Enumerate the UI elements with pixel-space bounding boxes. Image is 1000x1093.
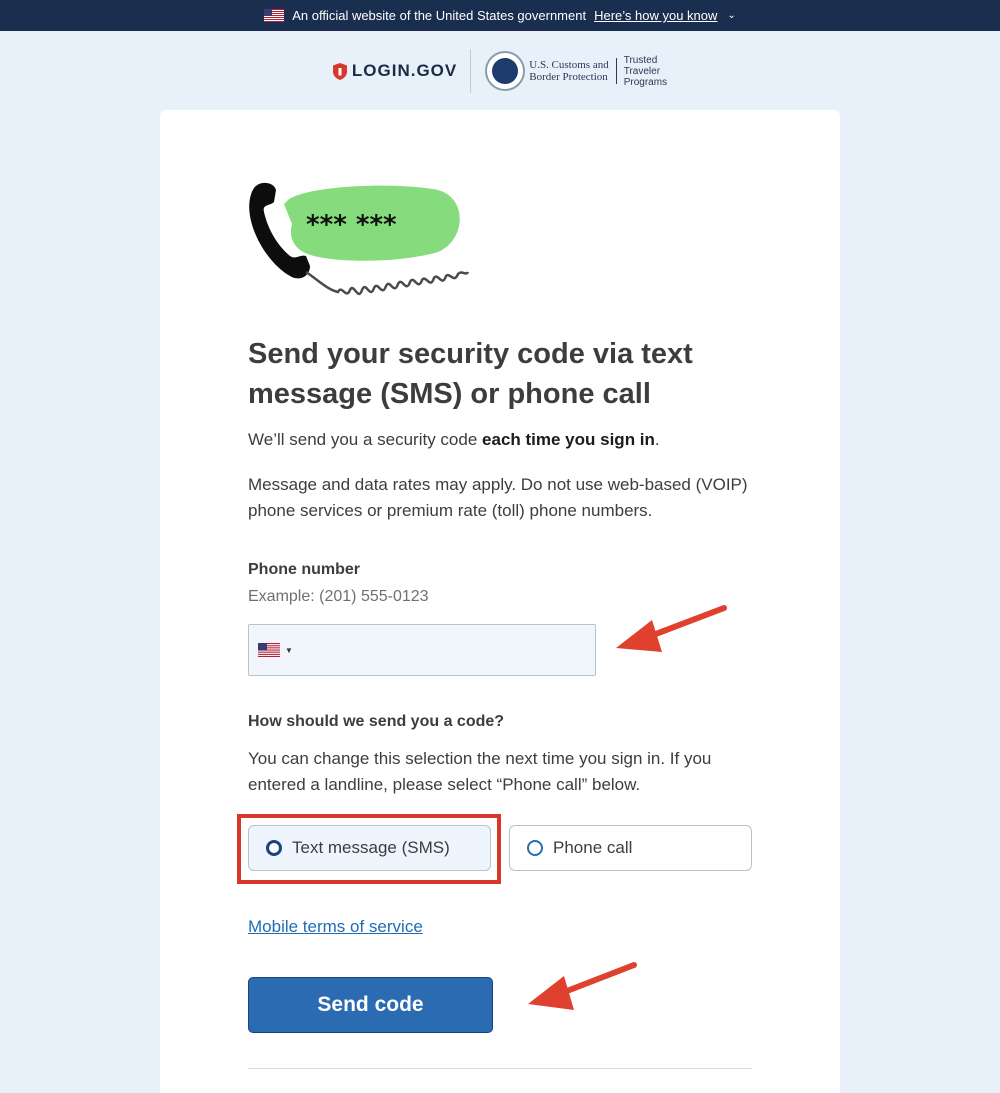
page-title: Send your security code via text message…: [248, 338, 693, 410]
logo-divider: [615, 58, 617, 84]
radio-unchecked-icon[interactable]: [527, 840, 543, 856]
radio-sms-option[interactable]: Text message (SMS): [248, 825, 491, 871]
intro-text: We’ll send you a security code each time…: [248, 428, 752, 452]
intro-prefix: We’ll send you a security code: [248, 430, 483, 449]
gov-banner: An official website of the United States…: [0, 0, 1000, 31]
intro-suffix: .: [654, 430, 660, 449]
radio-call-label: Phone call: [553, 838, 633, 857]
phone-label: Phone number: [248, 561, 361, 578]
main-card: *** *** Send your security code via text…: [160, 110, 840, 1093]
delivery-label: How should we send you a code?: [248, 713, 505, 730]
site-header: LOGIN.GOV U.S. Customs and Border Protec…: [0, 31, 1000, 111]
radio-sms-label: Text message (SMS): [292, 838, 450, 857]
mobile-terms-link[interactable]: Mobile terms of service: [248, 917, 423, 937]
us-flag-icon: [264, 9, 285, 22]
program-line2: Traveler: [623, 65, 661, 77]
login-gov-logo[interactable]: LOGIN.GOV: [332, 49, 472, 93]
how-you-know-link[interactable]: Here’s how you know: [594, 8, 717, 23]
chevron-down-icon[interactable]: ⌄: [727, 10, 735, 21]
radio-call-option[interactable]: Phone call: [509, 825, 752, 871]
phone-sms-illustration: *** ***: [249, 182, 470, 296]
us-flag-icon: [258, 643, 280, 657]
country-select[interactable]: ▼: [258, 643, 293, 657]
phone-hint: Example: (201) 555-0123: [248, 588, 429, 605]
dhs-seal-icon: [485, 51, 526, 91]
code-placeholder-text: *** ***: [306, 210, 397, 240]
delivery-hint: You can change this selection the next t…: [248, 749, 712, 794]
agency-line2: Border Protection: [529, 71, 608, 83]
radio-checked-icon[interactable]: [266, 840, 282, 856]
program-line1: Trusted: [623, 54, 658, 66]
caret-down-icon: ▼: [285, 645, 293, 655]
cbp-ttp-logo: U.S. Customs and Border Protection Trust…: [471, 51, 667, 91]
send-code-button[interactable]: Send code: [248, 977, 493, 1033]
rates-text: Message and data rates may apply. Do not…: [248, 475, 748, 520]
phone-input[interactable]: ▼: [248, 624, 596, 676]
logo-text: LOGIN.GOV: [351, 61, 458, 80]
agency-line1: U.S. Customs and: [529, 59, 609, 71]
divider: [248, 1068, 752, 1069]
banner-text: An official website of the United States…: [292, 8, 587, 23]
intro-bold: each time you sign in: [482, 430, 655, 449]
shield-icon: [332, 62, 347, 80]
program-line3: Programs: [623, 76, 668, 88]
